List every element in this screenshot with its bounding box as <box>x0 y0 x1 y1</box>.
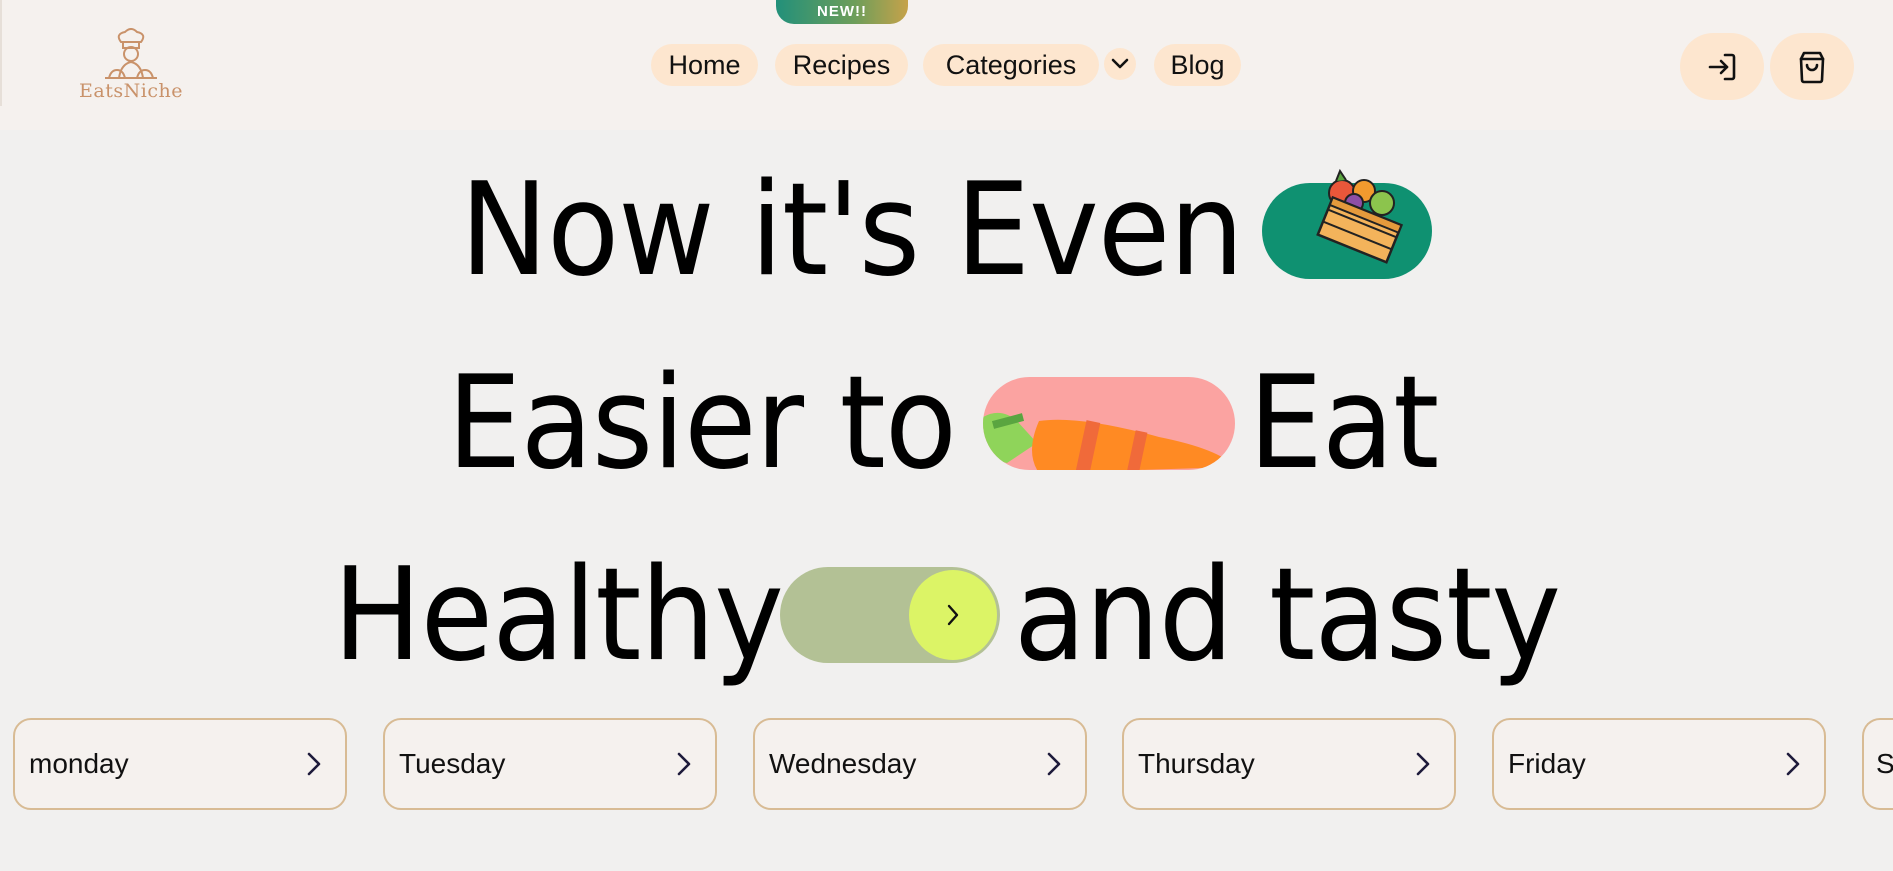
chevron-right-icon <box>1786 752 1800 776</box>
day-label: Friday <box>1508 748 1586 779</box>
hero-text: Eat <box>1248 349 1439 498</box>
new-badge: NEW!! <box>776 0 908 24</box>
brand-logo[interactable]: EatsNiche <box>68 28 194 108</box>
day-card-thursday[interactable]: Thursday <box>1122 718 1456 810</box>
hero-text: Easier to <box>447 349 957 498</box>
day-card-wednesday[interactable]: Wednesday <box>753 718 1087 810</box>
chevron-right-icon <box>677 752 691 776</box>
nav-home[interactable]: Home <box>651 44 758 86</box>
day-card-tuesday[interactable]: Tuesday <box>383 718 717 810</box>
hero-text: and tasty <box>1013 541 1561 690</box>
day-card-friday[interactable]: Friday <box>1492 718 1826 810</box>
carrot-icon <box>983 412 1235 470</box>
chevron-right-icon <box>1047 752 1061 776</box>
chevron-right-icon <box>947 604 959 626</box>
cart-button[interactable] <box>1770 33 1854 100</box>
vegetable-crate-icon <box>1316 168 1404 264</box>
brand-name: EatsNiche <box>79 80 183 102</box>
shopping-bag-icon <box>1799 51 1825 83</box>
categories-dropdown-toggle[interactable] <box>1104 48 1136 80</box>
nav-blog[interactable]: Blog <box>1154 44 1241 86</box>
login-button[interactable] <box>1680 33 1764 100</box>
hero-pill-vegetables <box>1262 168 1432 279</box>
chevron-right-icon <box>307 752 321 776</box>
hero-pill-carrot <box>983 377 1235 470</box>
day-label: Tuesday <box>399 748 506 779</box>
day-label: S <box>1876 748 1893 779</box>
hero-line-1: Now it's Even <box>0 156 1742 306</box>
login-arrow-icon <box>1708 53 1736 80</box>
day-card-saturday[interactable]: S <box>1862 718 1893 810</box>
day-label: Thursday <box>1138 748 1255 779</box>
site-header: EatsNiche NEW!! Home Recipes Categories … <box>0 0 1893 130</box>
chef-logo-icon <box>105 28 157 79</box>
toggle-knob[interactable] <box>909 570 997 660</box>
day-label: monday <box>29 748 129 779</box>
day-label: Wednesday <box>769 748 917 779</box>
day-card-monday[interactable]: monday <box>13 718 347 810</box>
nav-categories[interactable]: Categories <box>923 44 1099 86</box>
chevron-down-icon <box>1111 58 1129 69</box>
hero-text: Healthy <box>333 541 784 690</box>
chevron-right-icon <box>1416 752 1430 776</box>
nav-recipes[interactable]: Recipes <box>775 44 908 86</box>
hero-line-2: Easier to Eat <box>0 349 1742 499</box>
hero-toggle[interactable] <box>780 567 1000 663</box>
hero-text: Now it's Even <box>460 156 1244 305</box>
divider <box>0 0 2 106</box>
